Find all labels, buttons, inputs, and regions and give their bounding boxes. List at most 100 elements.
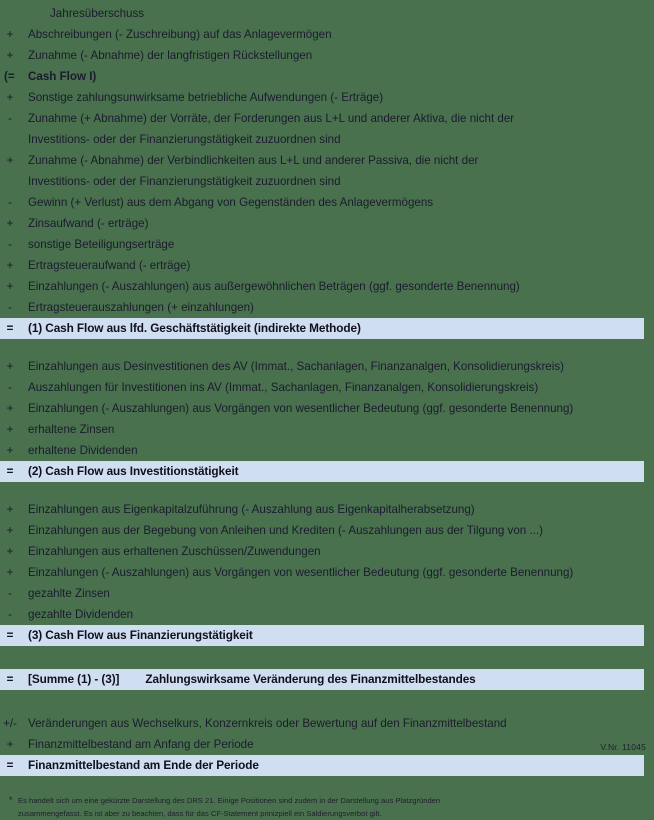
statement-row-cash-flow-1: (= Cash Flow I) xyxy=(0,66,654,87)
row-sign: + xyxy=(6,524,14,537)
row-label: Einzahlungen aus Desinvestitionen des AV… xyxy=(28,360,564,373)
row-label: Ertragsteuerauszahlungen (+ einzahlungen… xyxy=(28,301,254,314)
row-sign: - xyxy=(8,608,12,621)
row-label: gezahlte Zinsen xyxy=(28,587,110,600)
statement-row: + Einzahlungen (- Auszahlungen) aus Vorg… xyxy=(0,398,654,419)
statement-row: + erhaltene Zinsen xyxy=(0,419,654,440)
row-label: erhaltene Zinsen xyxy=(28,423,115,436)
statement-row: + Einzahlungen aus Desinvestitionen des … xyxy=(0,356,654,377)
row-label: Finanzmittelbestand am Anfang der Period… xyxy=(28,738,254,751)
statement-row: + Einzahlungen aus erhaltenen Zuschüssen… xyxy=(0,541,654,562)
band-sign: = xyxy=(6,629,14,642)
total-band-2: = (2) Cash Flow aus Investitionstätigkei… xyxy=(0,461,644,482)
row-sign: - xyxy=(8,112,12,125)
footnote: * Es handelt sich um eine gekürzte Darst… xyxy=(0,794,600,820)
row-label: Zunahme (- Abnahme) der langfristigen Rü… xyxy=(28,49,313,62)
statement-row: + Zunahme (- Abnahme) der Verbindlichkei… xyxy=(0,150,654,171)
row-sign: + xyxy=(6,154,14,167)
statement-row: + Ertragsteueraufwand (- erträge) xyxy=(0,255,654,276)
footnote-line: Es handelt sich um eine gekürzte Darstel… xyxy=(18,796,441,805)
statement-row-continuation: Investitions- oder der Finanzierungstäti… xyxy=(0,171,654,192)
row-sign: +/- xyxy=(3,717,17,730)
statement-row: + erhaltene Dividenden xyxy=(0,440,654,461)
total-band-1: = (1) Cash Flow aus lfd. Geschäftstätigk… xyxy=(0,318,644,339)
statement-row: + Einzahlungen aus der Begebung von Anle… xyxy=(0,520,654,541)
row-sign: - xyxy=(8,301,12,314)
statement-row: + Einzahlungen (- Auszahlungen) aus Vorg… xyxy=(0,562,654,583)
row-label: Einzahlungen aus Eigenkapitalzuführung (… xyxy=(28,503,475,516)
row-sign: - xyxy=(8,381,12,394)
row-label: Investitions- oder der Finanzierungstäti… xyxy=(28,175,341,188)
row-label: Cash Flow I) xyxy=(28,70,97,83)
row-sign: - xyxy=(8,196,12,209)
statement-row: - gezahlte Dividenden xyxy=(0,604,654,625)
row-sign: + xyxy=(6,566,14,579)
row-label: Veränderungen aus Wechselkurs, Konzernkr… xyxy=(28,717,507,730)
band-sign: = xyxy=(6,759,14,772)
row-label: Einzahlungen (- Auszahlungen) aus außerg… xyxy=(28,280,520,293)
row-sign: + xyxy=(6,423,14,436)
statement-row: - Gewinn (+ Verlust) aus dem Abgang von … xyxy=(0,192,654,213)
cash-flow-statement-sheet: Jahresüberschuss + Abschreibungen (- Zus… xyxy=(0,0,654,818)
statement-row: + Zunahme (- Abnahme) der langfristigen … xyxy=(0,45,654,66)
row-label: Sonstige zahlungsunwirksame betriebliche… xyxy=(28,91,384,104)
row-label: Jahresüberschuss xyxy=(50,7,145,20)
statement-row-continuation: Investitions- oder der Finanzierungstäti… xyxy=(0,129,654,150)
row-sign: - xyxy=(8,587,12,600)
row-label: Investitions- oder der Finanzierungstäti… xyxy=(28,133,341,146)
row-sign: + xyxy=(6,259,14,272)
band-label: (1) Cash Flow aus lfd. Geschäftstätigkei… xyxy=(28,321,361,335)
row-label: Gewinn (+ Verlust) aus dem Abgang von Ge… xyxy=(28,196,434,209)
row-sign: - xyxy=(8,238,12,251)
row-label: Einzahlungen aus erhaltenen Zuschüssen/Z… xyxy=(28,545,321,558)
band-sign: = xyxy=(6,322,14,335)
row-sign: + xyxy=(6,738,14,751)
row-label: Ertragsteueraufwand (- erträge) xyxy=(28,259,191,272)
row-label: Abschreibungen (- Zuschreibung) auf das … xyxy=(28,28,332,41)
row-label: Einzahlungen aus der Begebung von Anleih… xyxy=(28,524,543,537)
row-sign: + xyxy=(6,545,14,558)
row-label: Einzahlungen (- Auszahlungen) aus Vorgän… xyxy=(28,402,574,415)
row-sign: + xyxy=(6,360,14,373)
row-sign: + xyxy=(6,49,14,62)
band-sign: = xyxy=(6,673,14,686)
band-label: Zahlungswirksame Veränderung des Finanzm… xyxy=(145,672,476,686)
total-band-3: = (3) Cash Flow aus Finanzierungstätigke… xyxy=(0,625,644,646)
row-sign: + xyxy=(6,217,14,230)
band-label: Finanzmittelbestand am Ende der Periode xyxy=(28,758,259,772)
total-band-final: = Finanzmittelbestand am Ende der Period… xyxy=(0,755,644,776)
row-label: Zunahme (- Abnahme) der Verbindlichkeite… xyxy=(28,154,479,167)
footnote-line: zusammengefasst. Es ist aber zu beachten… xyxy=(18,809,382,818)
band-label: (2) Cash Flow aus Investitionstätigkeit xyxy=(28,464,239,478)
statement-row: + Sonstige zahlungsunwirksame betrieblic… xyxy=(0,87,654,108)
statement-row: - gezahlte Zinsen xyxy=(0,583,654,604)
statement-row: + Einzahlungen (- Auszahlungen) aus auße… xyxy=(0,276,654,297)
statement-row: + Zinsaufwand (- erträge) xyxy=(0,213,654,234)
band-sum-prefix: [Summe (1) - (3)] xyxy=(28,672,120,686)
band-label: (3) Cash Flow aus Finanzierungstätigkeit xyxy=(28,628,253,642)
row-sign: (= xyxy=(4,70,15,83)
band-sign: = xyxy=(6,465,14,478)
statement-row: - Ertragsteuerauszahlungen (+ einzahlung… xyxy=(0,297,654,318)
row-label: Zunahme (+ Abnahme) der Vorräte, der For… xyxy=(28,112,515,125)
statement-content: Jahresüberschuss + Abschreibungen (- Zus… xyxy=(0,3,654,820)
statement-row: - Zunahme (+ Abnahme) der Vorräte, der F… xyxy=(0,108,654,129)
row-label: sonstige Beteiligungserträge xyxy=(28,238,175,251)
statement-row: - Auszahlungen für Investitionen ins AV … xyxy=(0,377,654,398)
row-label: gezahlte Dividenden xyxy=(28,608,134,621)
statement-row-opening: Jahresüberschuss xyxy=(0,3,654,24)
statement-row: + Einzahlungen aus Eigenkapitalzuführung… xyxy=(0,499,654,520)
row-sign: + xyxy=(6,91,14,104)
row-sign: + xyxy=(6,280,14,293)
row-label: erhaltene Dividenden xyxy=(28,444,138,457)
row-sign: + xyxy=(6,402,14,415)
statement-row: - sonstige Beteiligungserträge xyxy=(0,234,654,255)
statement-row: + Abschreibungen (- Zuschreibung) auf da… xyxy=(0,24,654,45)
statement-row: +/- Veränderungen aus Wechselkurs, Konze… xyxy=(0,713,654,734)
footnote-marker-icon: * xyxy=(9,795,13,805)
row-sign: + xyxy=(6,28,14,41)
